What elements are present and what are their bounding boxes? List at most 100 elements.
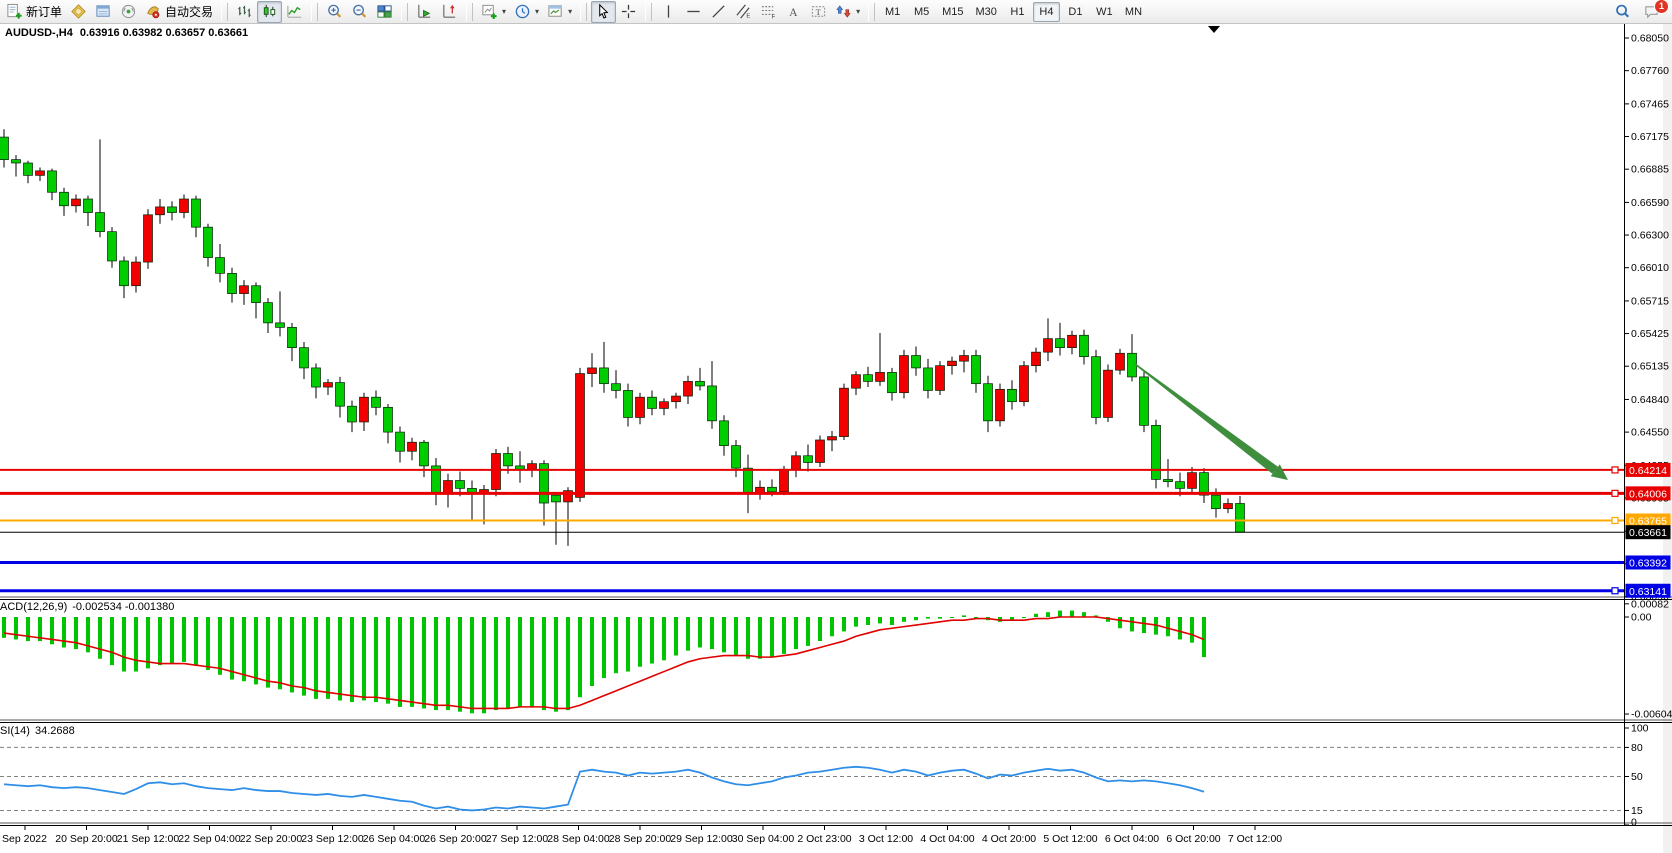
periods-dropdown[interactable]: ▾ bbox=[510, 1, 543, 23]
text-button[interactable]: A bbox=[781, 1, 806, 23]
time-axis-label: 26 Sep 04:00 bbox=[363, 833, 426, 845]
timeframe-button-M1[interactable]: M1 bbox=[879, 2, 906, 22]
candle-body-up bbox=[1224, 503, 1233, 508]
macd-histogram-bar bbox=[674, 617, 678, 656]
navigator-button[interactable] bbox=[116, 1, 141, 23]
market-watch-button[interactable] bbox=[66, 1, 91, 23]
line-handle-0.63765[interactable] bbox=[1612, 517, 1618, 523]
candle-body-up bbox=[132, 262, 141, 286]
macd-histogram-bar bbox=[602, 617, 606, 678]
macd-histogram-bar bbox=[122, 617, 126, 672]
shapes-dropdown[interactable]: ▾ bbox=[831, 1, 864, 23]
timeframe-button-M5[interactable]: M5 bbox=[908, 2, 935, 22]
candle-body-up bbox=[1020, 366, 1029, 402]
fibonacci-button[interactable]: F bbox=[756, 1, 781, 23]
macd-histogram-bar bbox=[854, 617, 858, 627]
dropdown-caret: ▾ bbox=[568, 7, 572, 16]
candle-body-down bbox=[204, 227, 213, 257]
time-axis-label: 3 Oct 12:00 bbox=[859, 833, 913, 845]
candle-body-up bbox=[156, 207, 165, 215]
data-window-button[interactable] bbox=[91, 1, 116, 23]
macd-indicator-title: ACD(12,26,9)-0.002534 -0.001380 bbox=[0, 601, 174, 613]
cursor-button[interactable] bbox=[591, 1, 616, 23]
candle-body-up bbox=[960, 356, 969, 362]
price-axis-label: 0.64840 bbox=[1631, 394, 1669, 406]
macd-histogram-bar bbox=[1022, 617, 1026, 618]
macd-label: ACD(12,26,9) bbox=[0, 601, 67, 613]
text-label-button[interactable]: T bbox=[806, 1, 831, 23]
candle-body-down bbox=[744, 468, 753, 494]
new-chart-dropdown[interactable]: ▾ bbox=[477, 1, 510, 23]
time-axis-label: 28 Sep 04:00 bbox=[547, 833, 610, 845]
candles-chart-button[interactable] bbox=[257, 1, 282, 23]
price-axis-label: 0.66590 bbox=[1631, 197, 1669, 209]
horizontal-line-button[interactable] bbox=[681, 1, 706, 23]
toolbar-grip bbox=[221, 3, 228, 21]
macd-histogram-bar bbox=[314, 617, 318, 699]
timeframe-button-H4[interactable]: H4 bbox=[1033, 2, 1060, 22]
line-price-tag: 0.63661 bbox=[1629, 527, 1667, 539]
macd-axis-label: -0.006044 bbox=[1631, 709, 1672, 721]
timeframe-button-MN[interactable]: MN bbox=[1120, 2, 1147, 22]
macd-histogram-bar bbox=[698, 617, 702, 647]
search-button[interactable] bbox=[1610, 1, 1635, 23]
crosshair-button[interactable] bbox=[616, 1, 641, 23]
line-handle-0.64006[interactable] bbox=[1612, 490, 1618, 496]
line-price-tag: 0.64214 bbox=[1629, 465, 1667, 477]
macd-histogram-bar bbox=[1046, 612, 1050, 617]
equidistant-channel-button[interactable]: E bbox=[731, 1, 756, 23]
macd-histogram-bar bbox=[590, 617, 594, 686]
candle-body-up bbox=[780, 469, 789, 492]
macd-histogram-bar bbox=[650, 617, 654, 664]
line-chart-button[interactable] bbox=[282, 1, 307, 23]
macd-histogram-bar bbox=[242, 617, 246, 681]
horizontal-line-icon bbox=[685, 3, 702, 20]
bars-chart-button[interactable] bbox=[232, 1, 257, 23]
templates-icon bbox=[547, 3, 564, 20]
macd-histogram-bar bbox=[146, 617, 150, 668]
time-axis-label: 6 Oct 04:00 bbox=[1105, 833, 1159, 845]
candle-body-down bbox=[732, 446, 741, 469]
candle-body-down bbox=[696, 381, 705, 386]
chart-shift-button[interactable] bbox=[437, 1, 462, 23]
notifications-button[interactable]: 1 bbox=[1639, 1, 1664, 23]
trendline-button[interactable] bbox=[706, 1, 731, 23]
templates-dropdown[interactable]: ▾ bbox=[543, 1, 576, 23]
zoom-out-button[interactable] bbox=[347, 1, 372, 23]
auto-scroll-icon bbox=[416, 3, 433, 20]
candle-body-down bbox=[864, 375, 873, 382]
new-order-button[interactable]: 新订单 bbox=[2, 1, 66, 23]
autotrading-button[interactable]: 自动交易 bbox=[141, 1, 217, 23]
candle-body-down bbox=[720, 421, 729, 446]
candle-body-up bbox=[492, 453, 501, 489]
rsi-level-label: 80 bbox=[1631, 742, 1643, 754]
timeframe-button-D1[interactable]: D1 bbox=[1062, 2, 1089, 22]
candle-body-down bbox=[384, 407, 393, 432]
macd-histogram-bar bbox=[554, 617, 558, 712]
time-axis-label: 5 Oct 12:00 bbox=[1043, 833, 1097, 845]
candle-body-down bbox=[348, 406, 357, 422]
main-toolbar: 新订单 bbox=[0, 0, 1672, 24]
timeframe-button-W1[interactable]: W1 bbox=[1091, 2, 1118, 22]
candle-body-down bbox=[252, 286, 261, 303]
line-handle-0.63141[interactable] bbox=[1612, 588, 1618, 594]
time-axis-label: 6 Oct 20:00 bbox=[1166, 833, 1220, 845]
macd-histogram-bar bbox=[386, 617, 390, 704]
timeframe-button-M15[interactable]: M15 bbox=[937, 2, 968, 22]
tile-windows-button[interactable] bbox=[372, 1, 397, 23]
candle-body-down bbox=[1140, 377, 1149, 425]
chart-canvas[interactable]: 0.680500.677600.674650.671750.668850.665… bbox=[0, 0, 1672, 853]
zoom-in-button[interactable] bbox=[322, 1, 347, 23]
macd-histogram-bar bbox=[326, 617, 330, 699]
clock-icon bbox=[514, 3, 531, 20]
vertical-line-button[interactable] bbox=[656, 1, 681, 23]
toolbar-right-tools: 1 bbox=[1610, 1, 1670, 23]
timeframe-button-M30[interactable]: M30 bbox=[971, 2, 1002, 22]
line-handle-0.64214[interactable] bbox=[1612, 467, 1618, 473]
auto-scroll-button[interactable] bbox=[412, 1, 437, 23]
candle-body-up bbox=[876, 372, 885, 381]
chart-symbol-period: AUDUSD-,H4 bbox=[5, 27, 73, 39]
macd-histogram-bar bbox=[686, 617, 690, 651]
timeframe-button-H1[interactable]: H1 bbox=[1004, 2, 1031, 22]
candle-body-down bbox=[396, 432, 405, 451]
